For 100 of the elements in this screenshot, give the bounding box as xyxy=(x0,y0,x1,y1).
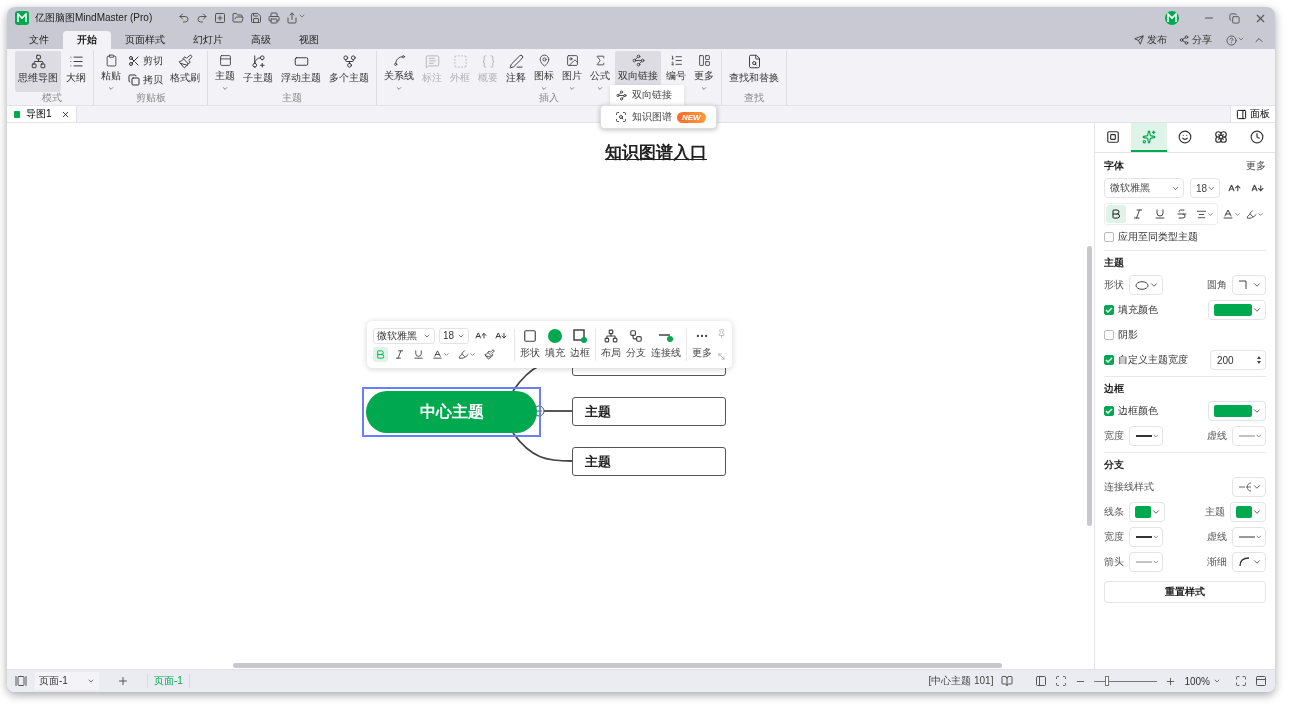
fit-icon[interactable] xyxy=(1055,675,1068,687)
ribbon-button[interactable]: 粘贴 xyxy=(98,51,124,92)
width-dropdown[interactable] xyxy=(1129,426,1163,446)
help-button[interactable] xyxy=(1226,35,1245,46)
multi-topic-icon xyxy=(341,54,357,69)
corner-dropdown[interactable] xyxy=(1232,275,1266,295)
width-input[interactable]: 200 xyxy=(1210,350,1266,370)
menu-item[interactable]: 知识图谱 NEW xyxy=(600,105,717,129)
zoom-in-icon[interactable] xyxy=(1165,675,1177,687)
ribbon-button[interactable]: 浮动主题 xyxy=(278,51,324,92)
dash-dropdown[interactable] xyxy=(1232,527,1266,547)
bold-icon[interactable] xyxy=(373,346,388,362)
ribbon-button[interactable]: 大纲 xyxy=(63,51,89,92)
size-select[interactable]: 18 xyxy=(439,327,469,344)
menu-tab[interactable]: 文件 xyxy=(15,31,63,49)
redo-icon[interactable] xyxy=(196,12,209,24)
checkbox[interactable] xyxy=(1104,355,1114,365)
toolbar-tool-button[interactable]: 填充 xyxy=(545,329,565,360)
page-select[interactable]: 页面-1 xyxy=(35,672,99,690)
printer-icon[interactable] xyxy=(268,12,281,24)
checkbox-label[interactable]: 应用至同类型主题 xyxy=(1104,230,1266,244)
ribbon-button[interactable]: 格式刷 xyxy=(167,51,203,92)
checkbox-label[interactable]: 边框颜色 xyxy=(1104,404,1158,418)
toolbar-tool-button[interactable]: 分支 xyxy=(626,329,646,360)
font-select[interactable]: 微软雅黑 xyxy=(1104,178,1184,198)
export-button[interactable] xyxy=(286,12,307,24)
ribbon-button[interactable]: 思维导图 xyxy=(15,51,61,92)
ribbon-button[interactable]: 关系线 xyxy=(381,51,417,92)
undo-icon[interactable] xyxy=(178,12,191,24)
caret-icon xyxy=(1151,507,1161,517)
document-tab[interactable]: 导图1 xyxy=(7,106,77,122)
checkbox-label[interactable]: 自定义主题宽度 xyxy=(1104,353,1188,367)
panel-toggle-button[interactable]: 面板 xyxy=(1230,106,1275,122)
ribbon-button[interactable]: 更多 xyxy=(691,51,717,92)
spinner-icon[interactable] xyxy=(1256,355,1262,365)
publish-button[interactable]: 发布 xyxy=(1128,31,1173,49)
menu-tab[interactable]: 开始 xyxy=(63,31,111,49)
font-select[interactable]: 微软雅黑 xyxy=(373,327,435,344)
toolbar-tool-button[interactable]: 更多 xyxy=(692,329,712,360)
ribbon-button[interactable]: 多个主题 xyxy=(326,51,372,92)
color-dropdown[interactable] xyxy=(1230,502,1266,522)
book-icon[interactable] xyxy=(1001,675,1014,687)
size-select[interactable]: 18 xyxy=(1190,178,1220,198)
color-dropdown[interactable] xyxy=(1208,300,1266,320)
reset-style-button[interactable]: 重置样式 xyxy=(1104,581,1266,603)
menu-tab[interactable]: 高级 xyxy=(237,31,285,49)
ribbon-button[interactable]: 剪切 xyxy=(126,53,165,69)
rectangle-icon xyxy=(293,54,309,69)
checkbox[interactable] xyxy=(1104,305,1114,315)
toolbar-tool-button[interactable]: 形状 xyxy=(520,329,540,360)
color-dropdown[interactable] xyxy=(1129,502,1165,522)
close-icon[interactable] xyxy=(61,109,70,119)
add-page-icon[interactable] xyxy=(117,675,129,687)
zoom-level-dropdown[interactable]: 100% xyxy=(1184,672,1221,690)
link-nodes-icon xyxy=(630,54,646,68)
menu-tab[interactable]: 视图 xyxy=(285,31,333,49)
horizontal-scrollbar[interactable] xyxy=(233,663,1002,668)
more-link[interactable]: 更多 xyxy=(1246,159,1266,173)
folder-icon[interactable] xyxy=(232,12,245,24)
export-icon xyxy=(286,12,299,24)
ribbon-button[interactable]: 注释 xyxy=(503,51,529,92)
new-icon[interactable] xyxy=(214,12,227,24)
taper-dropdown[interactable] xyxy=(1232,552,1266,572)
ribbon-button[interactable]: 拷贝 xyxy=(126,72,165,88)
toolbar-tool-button[interactable]: 布局 xyxy=(601,329,621,360)
topic-node[interactable]: 主题 xyxy=(572,397,726,426)
panel-icon[interactable] xyxy=(1035,675,1048,687)
ribbon-button[interactable]: 子主题 xyxy=(240,51,276,92)
toolbar-tool-button[interactable]: 边框 xyxy=(570,329,590,360)
page-list-icon[interactable] xyxy=(15,675,27,687)
collapse-panel-icon[interactable] xyxy=(1255,675,1267,687)
width-dropdown[interactable] xyxy=(1129,527,1163,547)
checkbox[interactable] xyxy=(1104,330,1114,340)
caret-icon xyxy=(1207,210,1214,218)
caret-icon xyxy=(1237,35,1245,43)
shape-dropdown[interactable] xyxy=(1129,275,1163,295)
checkbox[interactable] xyxy=(1104,406,1114,416)
share-button[interactable]: 分享 xyxy=(1173,31,1218,49)
checkbox[interactable] xyxy=(1104,232,1114,242)
paintbrush-icon[interactable] xyxy=(482,346,497,362)
color-dropdown[interactable] xyxy=(1208,401,1266,421)
menu-tab[interactable]: 幻灯片 xyxy=(179,31,237,49)
bold-icon[interactable] xyxy=(1106,205,1126,223)
branch-style-dropdown[interactable] xyxy=(1232,477,1266,497)
checkbox-label[interactable]: 填充颜色 xyxy=(1104,303,1158,317)
zoom-thumb[interactable] xyxy=(1105,675,1109,686)
toolbar-tool-button[interactable]: 连接线 xyxy=(651,329,681,360)
menu-tab[interactable]: 页面样式 xyxy=(111,31,179,49)
ribbon-button[interactable]: 查找和替换 xyxy=(726,51,782,92)
ribbon-button[interactable]: 公式 xyxy=(587,51,613,92)
topic-node[interactable]: 主题 xyxy=(572,447,726,476)
fullscreen-icon[interactable] xyxy=(1235,675,1247,687)
ribbon-button[interactable]: 图片 xyxy=(559,51,585,92)
ribbon-button[interactable]: 主题 xyxy=(212,51,238,92)
menu-item[interactable]: 双向链接 xyxy=(610,85,684,105)
save-icon[interactable] xyxy=(250,12,263,24)
checkbox-label[interactable]: 阴影 xyxy=(1104,328,1138,342)
ribbon-button[interactable]: 图标 xyxy=(531,51,557,92)
restore-icon[interactable] xyxy=(1229,12,1240,24)
vertical-scrollbar[interactable] xyxy=(1087,246,1092,526)
